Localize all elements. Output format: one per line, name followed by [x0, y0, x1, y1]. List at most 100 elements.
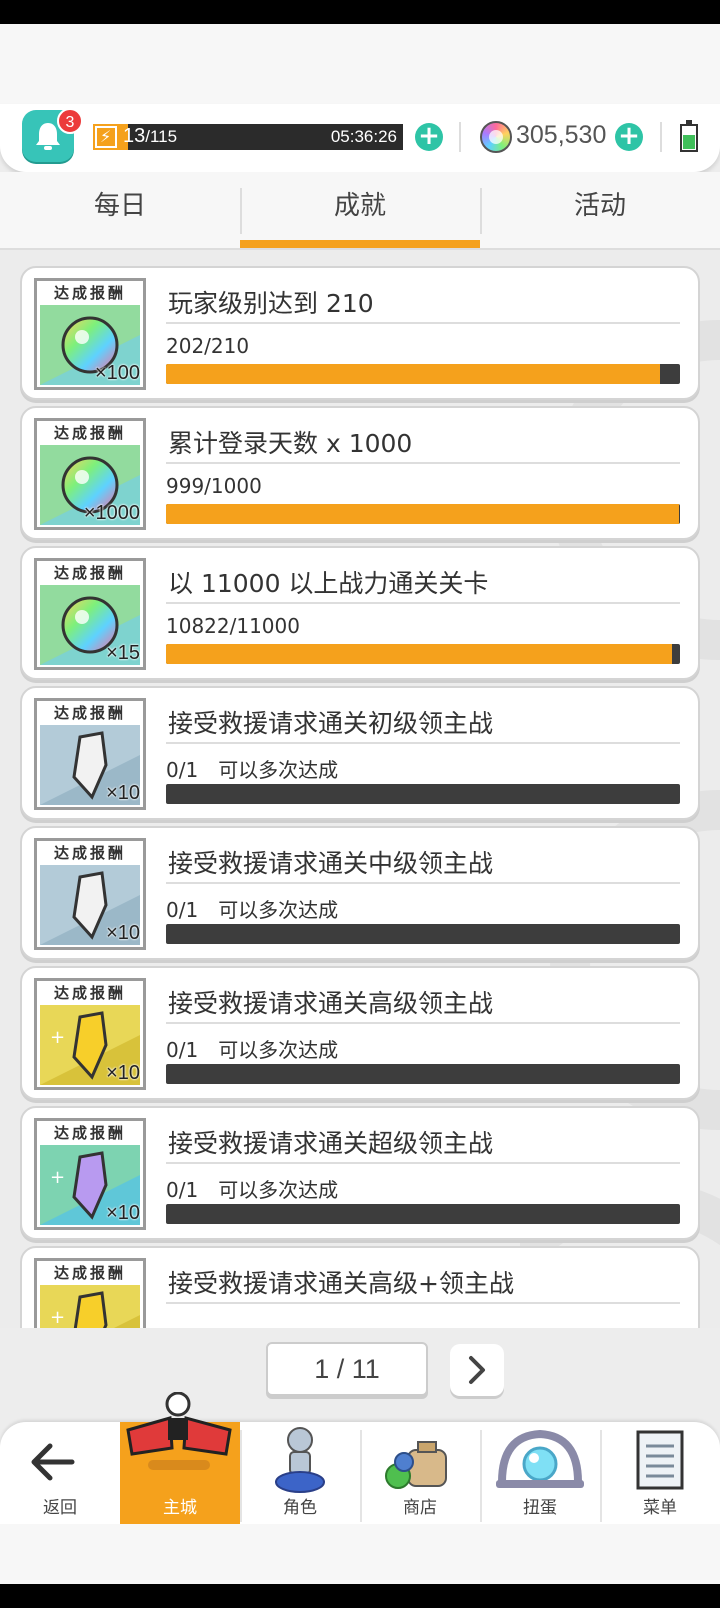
reward-badge: 达成报酬 ×15: [34, 558, 146, 670]
gacha-icon: [496, 1429, 584, 1488]
energy-timer: 05:36:26: [330, 127, 397, 146]
nav-gacha-label: 扭蛋: [523, 1498, 557, 1518]
progress-bar: [166, 1204, 680, 1224]
reward-count: ×1000: [83, 502, 140, 524]
repeatable-note: 可以多次达成: [218, 758, 339, 782]
bottom-spacer: [0, 1524, 720, 1584]
reward-count: ×100: [94, 362, 140, 384]
achievement-card[interactable]: 达成报酬 ×10 接受救援请求通关初级领主战 0/1 可以多次达成: [20, 686, 700, 820]
nav-shop-label: 商店: [403, 1498, 437, 1518]
progress-text: 0/1: [166, 1178, 199, 1202]
system-status-bar: [0, 0, 720, 24]
achievement-progress: 0/1 可以多次达成: [166, 1034, 338, 1063]
achievement-title: 累计登录天数 x 1000: [168, 429, 413, 458]
reward-header: 达成报酬: [53, 424, 126, 442]
achievement-progress: 10822/11000: [166, 614, 320, 638]
progress-bar: [166, 504, 680, 524]
progress-bar: [166, 784, 680, 804]
nav-back[interactable]: 返回: [0, 1422, 120, 1524]
nav-character[interactable]: 角色: [240, 1422, 360, 1524]
achievement-title: 接受救援请求通关超级领主战: [168, 1129, 494, 1158]
achievement-card[interactable]: 达成报酬 + ×10 接受救援请求通关高级领主战 0/1 可以多次达成: [20, 966, 700, 1100]
nav-gacha[interactable]: 扭蛋: [480, 1422, 600, 1524]
card-divider: [166, 1162, 680, 1164]
menu-list-icon: [636, 1430, 684, 1490]
tab-daily[interactable]: 每日: [0, 172, 240, 250]
add-gems-button[interactable]: +: [615, 123, 643, 151]
next-page-button[interactable]: [450, 1344, 504, 1396]
progress-text: 202/210: [166, 334, 250, 358]
reward-badge: 达成报酬 ×10: [34, 838, 146, 950]
reward-count: ×10: [106, 1202, 140, 1224]
svg-text:+: +: [50, 1307, 65, 1328]
achievement-card[interactable]: 达成报酬 ×100 玩家级别达到 210 202/210: [20, 266, 700, 400]
nav-shop[interactable]: 商店: [360, 1422, 480, 1524]
chevron-right-icon: [469, 1356, 485, 1384]
achievement-progress: 202/210: [166, 334, 269, 358]
nav-menu[interactable]: 菜单: [600, 1422, 720, 1524]
achievement-card[interactable]: 达成报酬 + ×10 接受救援请求通关超级领主战 0/1 可以多次达成: [20, 1106, 700, 1240]
gold-crystal-icon: +: [40, 1285, 140, 1328]
svg-text:+: +: [50, 1167, 65, 1188]
rainbow-gem-icon: [480, 121, 512, 153]
reward-badge: 达成报酬 + ×10: [34, 1118, 146, 1230]
nav-main-city[interactable]: 主城: [120, 1392, 240, 1524]
reward-badge: 达成报酬 ×100: [34, 278, 146, 390]
divider: [660, 122, 662, 152]
progress-text: 0/1: [166, 1038, 199, 1062]
energy-bar: ⚡ 13/115 05:36:26: [93, 124, 403, 150]
repeatable-note: 可以多次达成: [218, 1038, 339, 1062]
progress-bar: [166, 1064, 680, 1084]
lightning-icon: ⚡: [95, 126, 117, 148]
add-energy-button[interactable]: +: [415, 123, 443, 151]
achievement-card[interactable]: 达成报酬 + 接受救援请求通关高级+领主战: [20, 1246, 700, 1328]
achievement-title: 接受救援请求通关高级领主战: [168, 989, 494, 1018]
reward-badge: 达成报酬 +: [34, 1258, 146, 1328]
achievement-title: 接受救援请求通关高级+领主战: [168, 1269, 514, 1298]
reward-badge: 达成报酬 ×10: [34, 698, 146, 810]
tab-events[interactable]: 活动: [480, 172, 720, 250]
gem-count: 305,530: [516, 121, 607, 149]
progress-bar: [166, 364, 680, 384]
achievement-progress: 0/1 可以多次达成: [166, 1174, 338, 1203]
notification-badge: 3: [57, 108, 83, 134]
progress-fill: [166, 504, 680, 524]
progress-bar: [166, 924, 680, 944]
card-divider: [166, 462, 680, 464]
card-divider: [166, 882, 680, 884]
card-divider: [166, 1302, 680, 1304]
reward-count: ×10: [106, 782, 140, 804]
achievement-card[interactable]: 达成报酬 ×15 以 11000 以上战力通关关卡 10822/11000: [20, 546, 700, 680]
energy-max: /115: [145, 127, 178, 146]
svg-text:+: +: [50, 1027, 65, 1048]
card-divider: [166, 322, 680, 324]
reward-header: 达成报酬: [53, 704, 126, 722]
tab-achievements[interactable]: 成就: [240, 172, 480, 250]
back-arrow-icon: [31, 1443, 75, 1481]
achievement-card[interactable]: 达成报酬 ×10 接受救援请求通关中级领主战 0/1 可以多次达成: [20, 826, 700, 960]
progress-text: 10822/11000: [166, 614, 300, 638]
progress-text: 999/1000: [166, 474, 262, 498]
progress-fill: [166, 364, 661, 384]
achievement-title: 接受救援请求通关初级领主战: [168, 709, 494, 738]
achievement-title: 以 11000 以上战力通关关卡: [168, 569, 489, 598]
divider: [459, 122, 461, 152]
page-indicator: 1 / 11: [266, 1342, 428, 1396]
nav-main-city-label: 主城: [163, 1498, 197, 1518]
progress-fill: [166, 644, 672, 664]
card-divider: [166, 602, 680, 604]
reward-header: 达成报酬: [53, 984, 126, 1002]
achievement-list[interactable]: 达成报酬 ×100 玩家级别达到 210 202/210 达成报酬 ×1000 累计登录天数…: [0, 250, 720, 1328]
shop-bag-icon: [385, 1441, 447, 1489]
achievement-card[interactable]: 达成报酬 ×1000 累计登录天数 x 1000 999/1000: [20, 406, 700, 540]
reward-header: 达成报酬: [53, 284, 126, 302]
reward-header: 达成报酬: [53, 1124, 126, 1142]
top-spacer: [0, 24, 720, 114]
achievement-title: 玩家级别达到 210: [168, 289, 374, 318]
card-divider: [166, 1022, 680, 1024]
reward-count: ×10: [106, 1062, 140, 1084]
achievement-progress: 0/1 可以多次达成: [166, 754, 338, 783]
reward-badge: 达成报酬 ×1000: [34, 418, 146, 530]
energy-value: 13/115: [123, 125, 177, 148]
energy-current: 13: [123, 125, 146, 147]
